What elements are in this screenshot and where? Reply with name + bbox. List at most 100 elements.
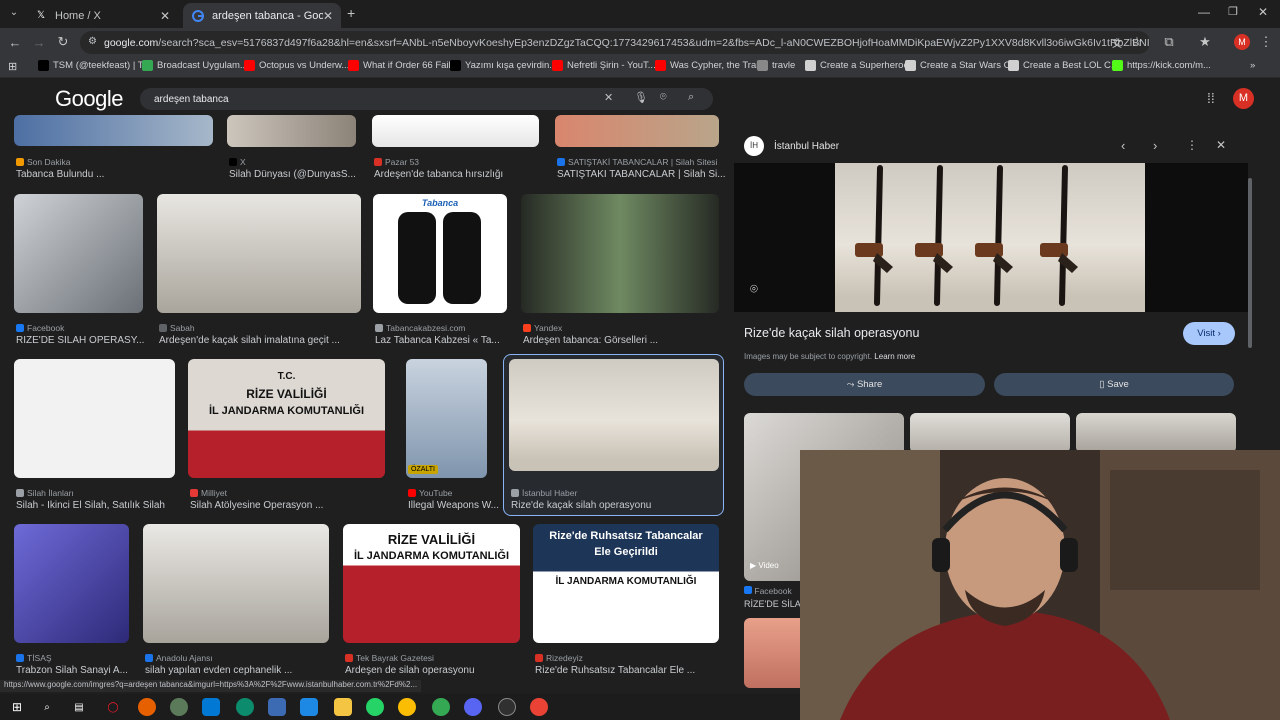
- firefox-icon[interactable]: [138, 698, 156, 716]
- extensions-icon[interactable]: ⧉: [1160, 33, 1178, 51]
- result-title[interactable]: Silah Atölyesine Operasyon ...: [190, 500, 417, 511]
- result-thumbnail[interactable]: ÖZALTI: [406, 359, 487, 478]
- result-title[interactable]: Silah Dünyası (@DunyasS...: [229, 169, 388, 180]
- whatsapp-icon[interactable]: [366, 698, 384, 716]
- result-title[interactable]: Ardeşen tabanca: Görselleri ...: [523, 335, 751, 346]
- address-bar[interactable]: ⚙ google.com/search?sca_esv=5176837d497f…: [80, 31, 1150, 54]
- bookmark-item[interactable]: Nefretli Şirin - YouT...: [552, 60, 656, 71]
- more-menu-icon[interactable]: ⋮: [1257, 33, 1275, 51]
- visit-button[interactable]: Visit ›: [1183, 322, 1235, 345]
- chrome-icon[interactable]: [398, 698, 416, 716]
- panel-source-name[interactable]: İstanbul Haber: [774, 141, 839, 152]
- google-logo[interactable]: Google: [55, 86, 123, 112]
- microphone-icon[interactable]: 🎙: [634, 91, 648, 104]
- result-title[interactable]: RİZE'DE SİLAH OPERASY...: [16, 335, 175, 346]
- discord-icon[interactable]: [464, 698, 482, 716]
- more-options-icon[interactable]: ⋮: [1186, 138, 1198, 152]
- back-arrow-icon[interactable]: ←: [6, 33, 24, 51]
- result-thumbnail[interactable]: [509, 359, 719, 471]
- new-tab-button[interactable]: +: [347, 5, 355, 21]
- app-icon[interactable]: [170, 698, 188, 716]
- result-thumbnail[interactable]: [14, 115, 213, 146]
- bookmarks-overflow-icon[interactable]: »: [1250, 60, 1255, 71]
- close-icon[interactable]: ✕: [323, 9, 333, 23]
- prev-arrow-icon[interactable]: ‹: [1121, 138, 1125, 153]
- monitor-icon[interactable]: [268, 698, 286, 716]
- related-image[interactable]: [910, 413, 1070, 453]
- result-thumbnail[interactable]: T.C. RİZE VALİLİĞİ İL JANDARMA KOMUTANLIĞI: [188, 359, 385, 478]
- result-thumbnail[interactable]: [14, 524, 129, 643]
- search-icon[interactable]: ⌕: [688, 91, 694, 104]
- result-title[interactable]: SATIŞTAKİ TABANCALAR | Silah Si...: [557, 169, 751, 180]
- bookmark-item[interactable]: What if Order 66 Fail...: [348, 60, 459, 71]
- tab-home-x[interactable]: 𝕏 Home / X ✕: [26, 3, 178, 28]
- preview-image-area[interactable]: ⌾: [734, 163, 1248, 312]
- result-thumbnail[interactable]: [157, 194, 361, 313]
- result-thumbnail[interactable]: [14, 359, 175, 478]
- edge-icon[interactable]: [236, 698, 254, 716]
- minimize-button[interactable]: —: [1198, 5, 1210, 19]
- result-thumbnail[interactable]: RİZE VALİLİĞİ İL JANDARMA KOMUTANLIĞI: [343, 524, 520, 643]
- close-panel-icon[interactable]: ✕: [1216, 138, 1226, 152]
- result-thumbnail[interactable]: [143, 524, 329, 643]
- bookmark-item[interactable]: Create a Superheroe...: [805, 60, 917, 71]
- windows-start-icon[interactable]: ⊞: [8, 698, 26, 716]
- bookmark-item[interactable]: Yazımı kışa çevirdin...: [450, 60, 557, 71]
- translate-icon[interactable]: ⽂: [1108, 33, 1126, 51]
- opera-icon[interactable]: ◯: [104, 698, 122, 716]
- related-title[interactable]: RİZE'DE SİLAH: [744, 599, 807, 609]
- bookmark-item[interactable]: Octopus vs Underw...: [244, 60, 349, 71]
- task-view-icon[interactable]: ▤: [70, 698, 88, 716]
- bookmark-item[interactable]: Broadcast Uygulam...: [142, 60, 248, 71]
- profile-avatar[interactable]: M: [1234, 34, 1250, 50]
- store-icon[interactable]: [202, 698, 220, 716]
- result-title[interactable]: Ardeşen de silah operasyonu: [345, 665, 552, 676]
- result-title[interactable]: Laz Tabanca Kabzesi « Ta...: [375, 335, 539, 346]
- result-title[interactable]: Ardeşen'de kaçak silah imalatına geçit .…: [159, 335, 393, 346]
- result-title[interactable]: Ardeşen'de tabanca hırsızlığı: [374, 169, 571, 180]
- close-icon[interactable]: ✕: [160, 9, 170, 23]
- bookmark-item[interactable]: travle: [757, 60, 795, 71]
- restore-button[interactable]: ❐: [1228, 5, 1238, 18]
- tab-google-search[interactable]: ardeşen tabanca - Google Search ✕: [183, 3, 341, 28]
- result-title[interactable]: Silah - İkinci El Silah, Satılık Silah: [16, 500, 207, 511]
- bookmark-item[interactable]: Was Cypher, the Trai...: [655, 60, 766, 71]
- close-window-button[interactable]: ✕: [1258, 5, 1268, 19]
- save-button[interactable]: ▯ Save: [994, 373, 1234, 396]
- obs-icon[interactable]: [498, 698, 516, 716]
- result-title[interactable]: Rize'de kaçak silah operasyonu: [511, 500, 751, 511]
- related-image[interactable]: [1076, 413, 1236, 453]
- folder-icon[interactable]: [334, 698, 352, 716]
- reload-icon[interactable]: ↻: [54, 33, 72, 51]
- app-icon[interactable]: [300, 698, 318, 716]
- chrome-icon[interactable]: [432, 698, 450, 716]
- result-thumbnail[interactable]: [227, 115, 356, 147]
- bookmark-star-icon[interactable]: ☆: [1128, 33, 1146, 51]
- result-thumbnail[interactable]: [14, 194, 143, 313]
- chrome-active-icon[interactable]: [530, 698, 548, 716]
- result-thumbnail[interactable]: [555, 115, 719, 147]
- bookmark-item[interactable]: TSM (@teekfeast) | T...: [38, 60, 150, 71]
- result-thumbnail[interactable]: Tabanca: [373, 194, 507, 313]
- forward-arrow-icon[interactable]: →: [30, 33, 48, 51]
- site-info-icon[interactable]: ⚙: [88, 36, 97, 47]
- tab-search-icon[interactable]: ⌄: [6, 7, 22, 21]
- bookmark-item[interactable]: Create a Star Wars C...: [905, 60, 1018, 71]
- clear-icon[interactable]: ✕: [604, 91, 613, 104]
- lens-icon[interactable]: ⌾: [750, 281, 758, 297]
- result-thumbnail[interactable]: Rize'de Ruhsatsız Tabancalar Ele Geçirild…: [533, 524, 719, 643]
- result-thumbnail[interactable]: [372, 115, 539, 147]
- result-title[interactable]: silah yapılan evden cephanelik ...: [145, 665, 361, 676]
- bookmark-item[interactable]: Create a Best LOL C...: [1008, 60, 1119, 71]
- share-button[interactable]: ⤳ Share: [744, 373, 985, 396]
- bookmark-item[interactable]: https://kick.com/m...: [1112, 60, 1211, 71]
- account-avatar[interactable]: M: [1233, 88, 1254, 109]
- search-icon[interactable]: ⌕: [38, 698, 56, 716]
- panel-scrollbar[interactable]: [1248, 178, 1252, 348]
- apps-grid-icon[interactable]: ⁞⁞: [1207, 90, 1215, 106]
- bookmarks-icon[interactable]: ★: [1196, 33, 1214, 51]
- learn-more-link[interactable]: Learn more: [874, 352, 915, 361]
- camera-icon[interactable]: ⌾: [660, 91, 667, 104]
- next-arrow-icon[interactable]: ›: [1153, 138, 1157, 153]
- result-title[interactable]: Trabzon Silah Sanayi A...: [16, 665, 161, 676]
